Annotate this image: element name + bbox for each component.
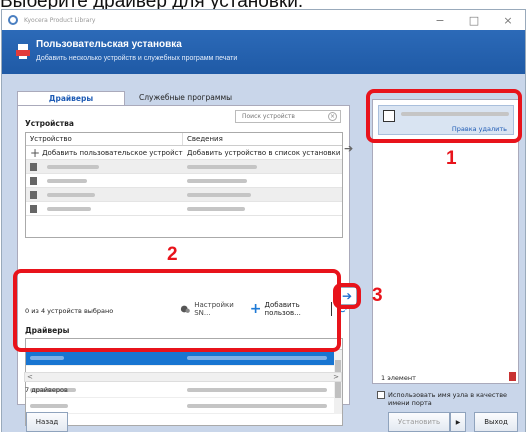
device-info	[187, 206, 245, 211]
driver-row-selected[interactable]	[26, 350, 342, 366]
add-custom-device-label: Добавить пользовательское устройст...	[42, 148, 183, 157]
device-search: ×	[235, 110, 341, 123]
window-title: Kyocera Product Library	[24, 16, 96, 24]
device-name	[47, 192, 95, 197]
column-header-info[interactable]: Сведения	[183, 133, 342, 145]
install-options-button[interactable]: ▶	[450, 412, 466, 432]
device-info	[187, 192, 251, 197]
device-name	[47, 178, 87, 183]
device-row[interactable]	[26, 174, 342, 188]
driver-name	[30, 404, 68, 408]
header-title: Пользовательская установка	[36, 39, 182, 50]
device-row[interactable]	[26, 188, 342, 202]
device-row[interactable]	[26, 160, 342, 174]
plus-icon: +	[30, 147, 41, 158]
title-bar: Kyocera Product Library − □ ×	[2, 10, 525, 30]
scroll-right-icon[interactable]: >	[333, 373, 339, 381]
driver-name	[30, 356, 64, 360]
driver-info	[187, 356, 327, 360]
install-button[interactable]: Установить	[388, 412, 450, 432]
tab-drivers[interactable]: Драйверы	[17, 91, 125, 105]
header-subtitle: Добавить несколько устройств и служебных…	[36, 55, 238, 62]
callout-box-arrow	[333, 283, 361, 309]
driver-count: 7 драйверов	[25, 386, 68, 394]
maximize-button[interactable]: □	[457, 10, 491, 30]
driver-info	[187, 404, 327, 408]
driver-row[interactable]	[26, 382, 342, 398]
tab-bar: Драйверы Служебные программы	[17, 91, 246, 105]
printer-icon	[30, 190, 37, 199]
window-controls: − □ ×	[423, 10, 525, 30]
trash-icon[interactable]	[509, 372, 516, 381]
arrow-right-icon: ➔	[344, 142, 354, 155]
device-name	[47, 206, 91, 211]
printer-icon	[30, 162, 37, 171]
callout-number-3: 3	[372, 285, 383, 306]
device-row[interactable]	[26, 202, 342, 216]
device-name	[47, 164, 99, 169]
close-button[interactable]: ×	[491, 10, 525, 30]
driver-info	[187, 388, 327, 392]
back-button[interactable]: Назад	[26, 412, 68, 432]
custom-install-icon	[16, 44, 30, 59]
tab-utilities[interactable]: Служебные программы	[125, 91, 246, 105]
add-custom-device-row[interactable]: + Добавить пользовательское устройст... Д…	[26, 146, 342, 160]
printer-icon	[30, 176, 37, 185]
minimize-button[interactable]: −	[423, 10, 457, 30]
scroll-left-icon[interactable]: <	[27, 373, 33, 381]
use-hostname-label: Использовать имя узла в качестве имени п…	[388, 391, 508, 407]
device-info	[187, 178, 247, 183]
device-search-input[interactable]	[236, 111, 322, 122]
printer-icon	[30, 204, 37, 213]
callout-box-install-list	[366, 89, 522, 143]
devices-table: Устройство Сведения + Добавить пользовате…	[25, 132, 343, 238]
use-hostname-checkbox[interactable]	[377, 391, 385, 399]
drivers-vertical-scrollbar[interactable]	[334, 350, 342, 414]
install-item-count: 1 элемент	[381, 374, 416, 382]
clear-search-icon[interactable]: ×	[328, 112, 337, 121]
devices-table-header: Устройство Сведения	[26, 133, 342, 146]
app-icon	[8, 15, 18, 25]
add-custom-device-info: Добавить устройство в список установки	[187, 148, 341, 157]
use-hostname-option[interactable]: Использовать имя узла в качестве имени п…	[377, 391, 517, 407]
devices-section-label: Устройства	[25, 119, 74, 128]
driver-row[interactable]	[26, 398, 342, 414]
callout-number-2: 2	[167, 244, 178, 265]
device-info	[187, 164, 257, 169]
drivers-panel: Устройства × Устройство Сведения +Добави…	[17, 105, 350, 426]
callout-number-1: 1	[446, 148, 457, 169]
drivers-horizontal-scrollbar[interactable]: < >	[24, 372, 342, 382]
column-header-device[interactable]: Устройство	[26, 133, 183, 145]
exit-button[interactable]: Выход	[474, 412, 518, 432]
installer-window: Kyocera Product Library − □ × Пользовате…	[1, 9, 526, 432]
callout-box-driver-list	[13, 269, 341, 352]
header-banner: Пользовательская установка Добавить неск…	[2, 30, 525, 74]
